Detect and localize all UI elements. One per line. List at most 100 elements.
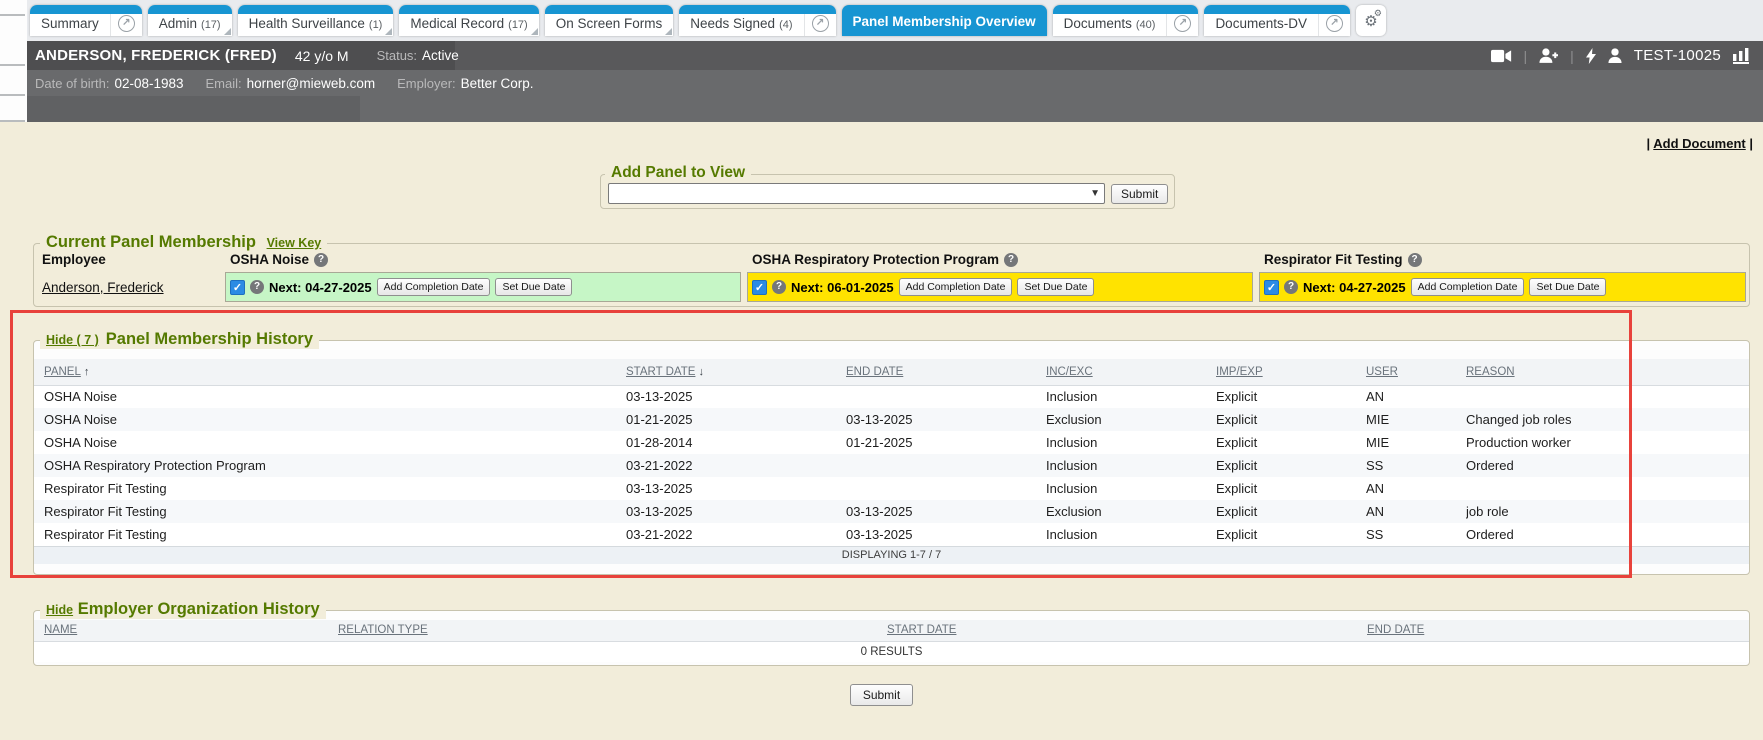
help-icon[interactable]: ? bbox=[1408, 253, 1422, 267]
col-panel[interactable]: PANEL↑ bbox=[34, 359, 626, 385]
col-inc-exc[interactable]: INC/EXC bbox=[1046, 359, 1216, 385]
tab-on-screen-forms[interactable]: On Screen Forms bbox=[545, 5, 674, 36]
gear-small-icon: ⚙ bbox=[1374, 8, 1382, 19]
patient-banner: ANDERSON, FREDERICK (FRED) 42 y/o M Stat… bbox=[27, 41, 1763, 70]
help-icon[interactable]: ? bbox=[314, 253, 328, 267]
cell-start: 03-21-2022 bbox=[626, 523, 846, 546]
lightning-icon[interactable] bbox=[1586, 48, 1596, 64]
cell-end: 01-21-2025 bbox=[846, 431, 1046, 454]
col-end-date[interactable]: END DATE bbox=[846, 359, 1046, 385]
history-row[interactable]: Respirator Fit Testing03-13-202503-13-20… bbox=[34, 500, 1749, 523]
tab-label: Panel Membership Overview bbox=[842, 5, 1047, 36]
submit-button[interactable]: Submit bbox=[850, 684, 913, 706]
history-row[interactable]: OSHA Noise01-28-201401-21-2025InclusionE… bbox=[34, 431, 1749, 454]
tab-popout-button[interactable]: ↗ bbox=[110, 14, 142, 36]
help-icon[interactable]: ? bbox=[1004, 253, 1018, 267]
set-due-date-button[interactable]: Set Due Date bbox=[1017, 278, 1094, 296]
col-imp-exp[interactable]: IMP/EXP bbox=[1216, 359, 1366, 385]
add-completion-date-button[interactable]: Add Completion Date bbox=[1411, 278, 1525, 296]
history-title: Panel Membership History bbox=[106, 330, 313, 349]
col-name[interactable]: NAME bbox=[34, 620, 338, 641]
cell-start: 01-28-2014 bbox=[626, 431, 846, 454]
left-edge-line bbox=[0, 14, 25, 16]
add-panel-submit-button[interactable]: Submit bbox=[1111, 184, 1168, 204]
employer-label: Employer: bbox=[397, 76, 456, 91]
cell-panel: Respirator Fit Testing bbox=[34, 477, 626, 500]
history-row[interactable]: OSHA Noise03-13-2025InclusionExplicitAN bbox=[34, 385, 1749, 408]
tab-summary[interactable]: Summary ↗ bbox=[30, 5, 142, 36]
tab-settings-button[interactable]: ⚙ ⚙ bbox=[1356, 5, 1386, 36]
tab-label: Summary bbox=[30, 5, 110, 36]
cell-imp: Explicit bbox=[1216, 523, 1366, 546]
history-row[interactable]: Respirator Fit Testing03-13-2025Inclusio… bbox=[34, 477, 1749, 500]
tab-label: Documents-DV bbox=[1204, 5, 1318, 36]
tab-admin[interactable]: Admin(17) bbox=[148, 5, 232, 36]
tab-panel-membership-overview[interactable]: Panel Membership Overview bbox=[842, 5, 1047, 36]
cell-user: AN bbox=[1366, 500, 1466, 523]
add-completion-date-button[interactable]: Add Completion Date bbox=[377, 278, 491, 296]
member-checkbox[interactable]: ✓ bbox=[1264, 280, 1279, 295]
cell-panel: Respirator Fit Testing bbox=[34, 523, 626, 546]
cell-end bbox=[846, 454, 1046, 477]
tab-documents[interactable]: Documents(40) ↗ bbox=[1053, 5, 1199, 36]
left-edge-line bbox=[0, 94, 25, 96]
status-label: Status: bbox=[377, 48, 417, 63]
hide-history-link[interactable]: Hide ( 7 ) bbox=[46, 333, 99, 347]
tab-popout-button[interactable]: ↗ bbox=[1318, 14, 1350, 36]
col-start-date[interactable]: START DATE bbox=[887, 620, 1367, 641]
fit-testing-cell: ✓ ? Next: 04-27-2025 Add Completion Date… bbox=[1259, 272, 1746, 302]
col-end-date[interactable]: END DATE bbox=[1367, 620, 1749, 641]
tab-popout-button[interactable]: ↗ bbox=[1166, 14, 1198, 36]
help-icon[interactable]: ? bbox=[772, 280, 786, 294]
next-due-date: Next: 04-27-2025 bbox=[269, 280, 372, 295]
tab-health-surveillance[interactable]: Health Surveillance(1) bbox=[238, 5, 394, 36]
tab-documents-dv[interactable]: Documents-DV ↗ bbox=[1204, 5, 1350, 36]
person-icon[interactable] bbox=[1608, 48, 1622, 63]
add-document-link[interactable]: Add Document bbox=[1653, 136, 1745, 151]
panel-select[interactable]: ▼ bbox=[608, 183, 1105, 204]
help-icon[interactable]: ? bbox=[250, 280, 264, 294]
email-label: Email: bbox=[206, 76, 242, 91]
cell-imp: Explicit bbox=[1216, 477, 1366, 500]
divider: | bbox=[1570, 48, 1574, 64]
col-user[interactable]: USER bbox=[1366, 359, 1466, 385]
add-document-row: | Add Document | bbox=[1647, 136, 1754, 151]
add-person-icon[interactable] bbox=[1539, 48, 1558, 63]
add-completion-date-button[interactable]: Add Completion Date bbox=[899, 278, 1013, 296]
patient-id: TEST-10025 bbox=[1634, 47, 1721, 64]
employer-history-table: NAME RELATION TYPE START DATE END DATE 0… bbox=[34, 620, 1749, 662]
cell-reason bbox=[1466, 385, 1749, 408]
history-row[interactable]: OSHA Respiratory Protection Program03-21… bbox=[34, 454, 1749, 477]
dob-label: Date of birth: bbox=[35, 76, 109, 91]
history-row[interactable]: Respirator Fit Testing03-21-202203-13-20… bbox=[34, 523, 1749, 546]
tab-bar: Summary ↗ Admin(17) Health Surveillance(… bbox=[0, 0, 1763, 41]
history-row[interactable]: OSHA Noise01-21-202503-13-2025ExclusionE… bbox=[34, 408, 1749, 431]
flowsheet-chart-icon[interactable] bbox=[1733, 48, 1749, 64]
set-due-date-button[interactable]: Set Due Date bbox=[495, 278, 572, 296]
help-icon[interactable]: ? bbox=[1284, 280, 1298, 294]
tab-popout-button[interactable]: ↗ bbox=[804, 14, 836, 36]
cell-reason: Changed job roles bbox=[1466, 408, 1749, 431]
status-value: Active bbox=[422, 48, 459, 63]
tab-label: Admin bbox=[159, 16, 197, 31]
employee-link[interactable]: Anderson, Frederick bbox=[42, 280, 164, 295]
employer-empty-row: 0 RESULTS bbox=[34, 641, 1749, 662]
tab-medical-record[interactable]: Medical Record(17) bbox=[399, 5, 538, 36]
col-start-date[interactable]: START DATE↓ bbox=[626, 359, 846, 385]
employer-header-row: NAME RELATION TYPE START DATE END DATE bbox=[34, 620, 1749, 641]
video-camera-icon[interactable] bbox=[1491, 49, 1512, 63]
member-checkbox[interactable]: ✓ bbox=[752, 280, 767, 295]
cell-inc: Inclusion bbox=[1046, 477, 1216, 500]
cell-user: MIE bbox=[1366, 408, 1466, 431]
tab-needs-signed[interactable]: Needs Signed(4) ↗ bbox=[679, 5, 835, 36]
hide-employer-link[interactable]: Hide bbox=[46, 603, 73, 617]
set-due-date-button[interactable]: Set Due Date bbox=[1529, 278, 1606, 296]
popout-icon: ↗ bbox=[1326, 15, 1343, 32]
member-checkbox[interactable]: ✓ bbox=[230, 280, 245, 295]
cell-end bbox=[846, 385, 1046, 408]
view-key-link[interactable]: View Key bbox=[267, 236, 322, 250]
col-reason[interactable]: REASON bbox=[1466, 359, 1749, 385]
employee-cell: Anderson, Frederick bbox=[37, 272, 219, 302]
col-relation-type[interactable]: RELATION TYPE bbox=[338, 620, 887, 641]
patient-demographics-bar: Date of birth: 02-08-1983 Email: horner@… bbox=[27, 70, 1763, 96]
